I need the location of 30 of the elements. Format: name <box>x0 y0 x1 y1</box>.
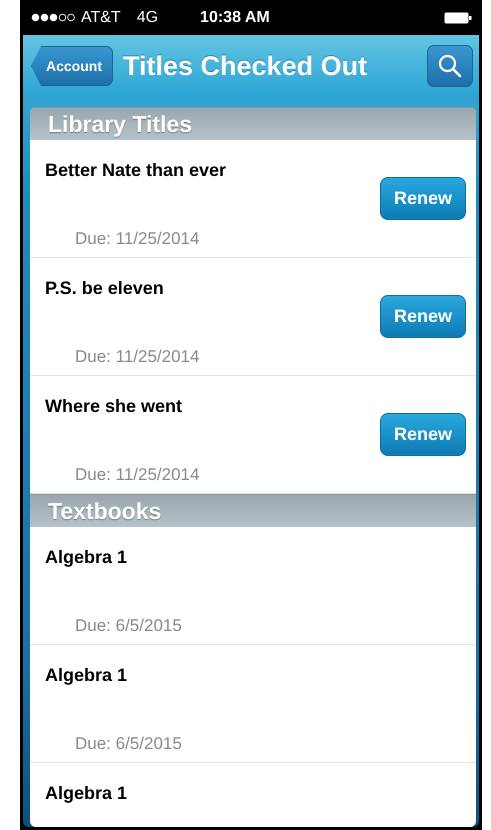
item-title: Better Nate than ever <box>45 160 228 181</box>
network-type: 4G <box>136 8 158 26</box>
due-date: Due: 11/25/2014 <box>74 229 200 249</box>
list-row[interactable]: Algebra 1 Due: 6/5/2015 <box>30 645 476 763</box>
signal-icon <box>31 13 75 22</box>
due-date: Due: 6/5/2015 <box>74 616 183 636</box>
status-time: 10:38 AM <box>200 8 271 26</box>
item-title: P.S. be eleven <box>45 278 165 299</box>
renew-button[interactable]: Renew <box>380 413 466 456</box>
search-icon <box>437 53 463 79</box>
back-button[interactable]: Account <box>31 46 113 86</box>
due-date: Due: 6/5/2015 <box>74 734 183 754</box>
renew-button[interactable]: Renew <box>380 295 466 338</box>
list-row[interactable]: Algebra 1 Due: 6/5/2015 <box>30 527 476 645</box>
list-row[interactable]: Algebra 1 <box>30 763 476 827</box>
renew-button[interactable]: Renew <box>380 177 466 220</box>
item-title: Algebra 1 <box>45 665 128 686</box>
due-date: Due: 11/25/2014 <box>74 465 200 485</box>
section-header: Textbooks <box>30 494 476 527</box>
screen-title: Titles Checked Out <box>123 50 368 82</box>
item-title: Where she went <box>45 396 184 417</box>
item-title: Algebra 1 <box>45 547 128 568</box>
item-title: Algebra 1 <box>45 783 128 804</box>
carrier-name: AT&T <box>81 8 121 26</box>
list-row[interactable]: Better Nate than ever Due: 11/25/2014 Renew <box>30 140 476 258</box>
due-date: Due: 11/25/2014 <box>74 347 200 367</box>
search-button[interactable] <box>427 45 473 87</box>
section-header: Library Titles <box>30 107 476 140</box>
list-row[interactable]: P.S. be eleven Due: 11/25/2014 Renew <box>30 258 476 376</box>
battery-icon <box>444 12 472 24</box>
